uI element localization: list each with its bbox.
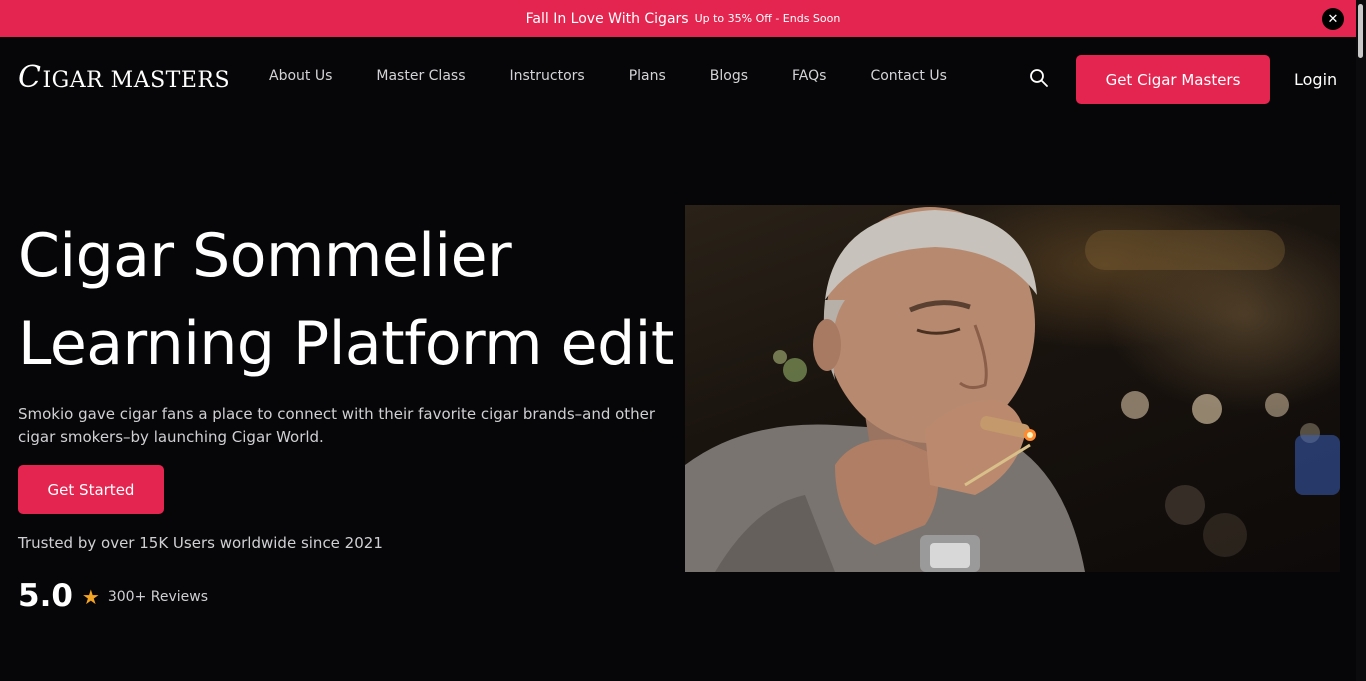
logo-text: IGAR MASTERS	[42, 68, 231, 93]
hero-title-line-1: Cigar Sommelier	[18, 221, 512, 291]
nav-item-contact-us[interactable]: Contact Us	[870, 68, 946, 84]
logo[interactable]: C IGAR MASTERS	[18, 60, 230, 95]
nav-item-faqs[interactable]: FAQs	[792, 68, 826, 84]
rating-score: 5.0	[18, 578, 73, 614]
page: Fall In Love With Cigars Up to 35% Off -…	[0, 0, 1366, 681]
rating: 5.0 ★ 300+ Reviews	[18, 578, 208, 614]
nav-item-instructors[interactable]: Instructors	[509, 68, 584, 84]
main-nav: About Us Master Class Instructors Plans …	[269, 68, 947, 84]
trust-text: Trusted by over 15K Users worldwide sinc…	[18, 534, 383, 552]
logo-mark: C	[18, 60, 42, 95]
site-header: C IGAR MASTERS About Us Master Class Inst…	[0, 37, 1356, 123]
get-started-button[interactable]: Get Started	[18, 465, 164, 514]
close-icon: ✕	[1327, 11, 1339, 27]
hero-image	[685, 205, 1340, 572]
scrollbar[interactable]	[1356, 0, 1366, 681]
nav-item-master-class[interactable]: Master Class	[376, 68, 465, 84]
nav-item-plans[interactable]: Plans	[629, 68, 666, 84]
search-button[interactable]	[1029, 68, 1049, 88]
close-announcement-button[interactable]: ✕	[1322, 8, 1344, 30]
announcement-title: Fall In Love With Cigars	[525, 10, 689, 27]
hero-title-line-2: Learning Platform edit	[18, 309, 674, 379]
nav-item-blogs[interactable]: Blogs	[710, 68, 748, 84]
scrollbar-thumb[interactable]	[1358, 4, 1363, 58]
star-icon: ★	[81, 585, 100, 609]
nav-item-about-us[interactable]: About Us	[269, 68, 332, 84]
reviews-count: 300+ Reviews	[107, 589, 209, 605]
search-icon	[1030, 69, 1048, 87]
announcement-bar: Fall In Love With Cigars Up to 35% Off -…	[0, 0, 1366, 37]
hero-title: Cigar Sommelier Learning Platform edit	[18, 212, 678, 388]
get-cigar-masters-button[interactable]: Get Cigar Masters	[1076, 55, 1270, 104]
hero-description: Smokio gave cigar fans a place to connec…	[18, 405, 656, 446]
login-link[interactable]: Login	[1294, 70, 1337, 89]
announcement-offer: Up to 35% Off - Ends Soon	[694, 12, 841, 25]
hero-photo-illustration	[685, 207, 1340, 572]
